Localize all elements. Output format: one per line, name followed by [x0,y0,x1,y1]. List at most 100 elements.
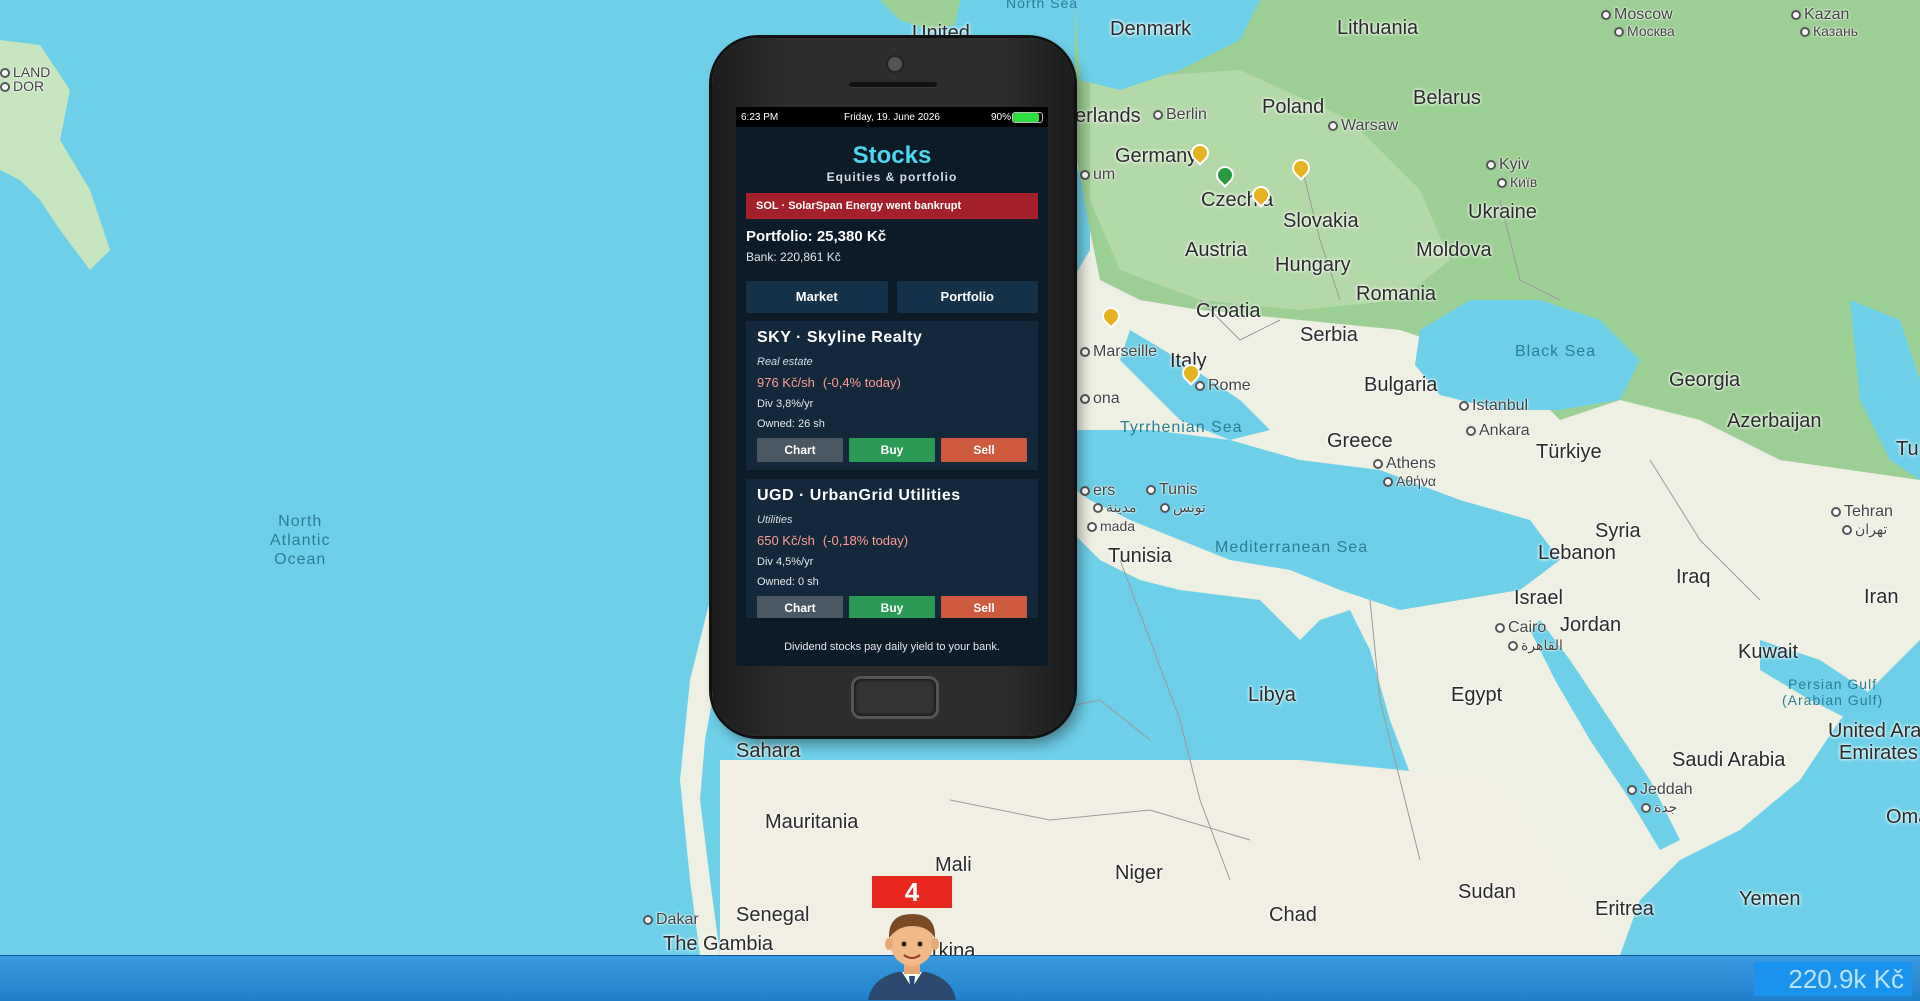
sea-label-tyrrhenian: Tyrrhenian Sea [1120,419,1243,436]
country-label: erlands [1075,105,1141,127]
city-label: Marseille [1080,343,1157,361]
country-label: Tu [1896,438,1919,460]
tab-portfolio[interactable]: Portfolio [896,281,1038,313]
sea-label-persian-gulf: Persian Gulf (Arabian Gulf) [1782,676,1884,708]
country-label: Niger [1115,862,1163,884]
buy-button[interactable]: Buy [849,596,935,618]
stock-price: 650 Kč/sh (-0,18% today) [757,533,1027,548]
price-value: 650 Kč/sh [757,533,815,548]
city-label: تونس [1160,499,1206,516]
sea-label-north-atlantic: North Atlantic Ocean [270,513,331,568]
country-label: Israel [1514,587,1563,609]
camera-icon [886,55,904,73]
price-change: (-0,4% today) [822,375,901,390]
country-label: Senegal [736,904,810,926]
stock-owned: Owned: 26 sh [757,418,825,430]
city-label: ers [1080,482,1115,500]
country-label: Emirates [1839,742,1918,764]
stock-card: UGD · UrbanGrid Utilities Utilities 650 … [746,479,1038,618]
stock-name: UGD · UrbanGrid Utilities [757,487,961,504]
sea-label-mediterranean: Mediterranean Sea [1215,539,1369,556]
city-label: Kyiv [1486,156,1529,174]
country-label: Azerbaijan [1727,410,1822,432]
country-label: Mauritania [765,811,859,833]
city-label: القاهرة [1508,637,1563,654]
stock-card: SKY · Skyline Realty Real estate 976 Kč/… [746,321,1038,470]
country-label: Belarus [1413,87,1481,109]
city-label: Rome [1195,377,1251,395]
city-label: Tehran [1831,503,1893,521]
sell-button[interactable]: Sell [941,438,1027,462]
country-label: Germany [1115,145,1198,167]
country-label: Tunisia [1108,545,1172,567]
city-label: Warsaw [1328,117,1398,135]
city-label: Moscow [1601,6,1673,24]
country-label: Egypt [1451,684,1503,706]
country-label: Lithuania [1337,17,1419,39]
country-label: Türkiye [1536,441,1602,463]
bank-balance: Bank: 220,861 Kč [746,250,841,264]
country-label: Georgia [1669,369,1741,391]
battery-icon [1012,112,1043,123]
phone-device: 6:23 PM Friday, 19. June 2026 90% Stocks… [712,38,1074,736]
city-label: Ankara [1466,422,1530,440]
country-label: Ukraine [1468,201,1537,223]
country-label: Bulgaria [1364,374,1438,396]
country-label: Denmark [1110,18,1192,40]
country-label: Greece [1327,430,1393,452]
city-label: Berlin [1153,106,1207,124]
stocks-app: Stocks Equities & portfolio SOL · SolarS… [736,144,1048,618]
country-label: United Ara [1828,720,1920,742]
stock-sector: Utilities [757,514,793,526]
country-label: Oma [1886,806,1920,828]
portfolio-value: Portfolio: 25,380 Kč [746,228,887,245]
country-label: Iraq [1676,566,1711,588]
country-label: Romania [1356,283,1437,305]
stock-name: SKY · Skyline Realty [757,329,923,346]
country-label: Lebanon [1538,542,1616,564]
status-bar: 6:23 PM Friday, 19. June 2026 90% [736,107,1048,127]
country-label: Kuwait [1738,641,1799,663]
city-label: Kazan [1791,6,1849,24]
stock-dividend: Div 3,8%/yr [757,398,814,410]
tab-market[interactable]: Market [746,281,888,313]
country-label: Slovakia [1283,210,1359,232]
city-label: Київ [1497,174,1537,190]
chart-button[interactable]: Chart [757,438,843,462]
country-label: Mali [935,854,972,876]
country-label: Sahara [736,740,801,762]
stock-owned: Owned: 0 sh [757,576,819,588]
battery-percent: 90% [990,112,1011,123]
app-title: Stocks [852,142,932,169]
country-label: Libya [1248,684,1296,706]
sell-button[interactable]: Sell [941,596,1027,618]
stock-price: 976 Kč/sh (-0,4% today) [757,375,1027,390]
country-label: Syria [1595,520,1641,542]
player-avatar-icon[interactable] [858,900,966,1000]
city-label: Jeddah [1627,781,1693,799]
app-subtitle: Equities & portfolio [826,170,958,184]
footer-hint: Dividend stocks pay daily yield to your … [736,630,1048,666]
city-label: Москва [1614,23,1675,39]
buy-button[interactable]: Buy [849,438,935,462]
country-label: Saudi Arabia [1672,749,1786,771]
alert-banner: SOL · SolarSpan Energy went bankrupt [746,193,1038,219]
city-label: جدة [1641,799,1677,816]
country-label: Hungary [1275,254,1351,276]
city-label: Αθήνα [1383,473,1436,489]
sea-label-black-sea: Black Sea [1515,343,1597,360]
city-label: DOR [0,78,44,94]
stock-list[interactable]: SKY · Skyline Realty Real estate 976 Kč/… [746,321,1038,618]
city-label: ona [1080,390,1120,408]
country-label: Serbia [1300,324,1358,346]
chart-button[interactable]: Chart [757,596,843,618]
country-label: Eritrea [1595,898,1654,920]
city-label: mada [1087,518,1135,534]
country-label: The Gambia [663,933,774,955]
city-label: Istanbul [1459,397,1528,415]
city-label: um [1080,166,1115,184]
price-change: (-0,18% today) [822,533,909,548]
country-label: Chad [1269,904,1317,926]
country-label: Jordan [1560,614,1622,636]
home-button[interactable] [851,676,939,719]
